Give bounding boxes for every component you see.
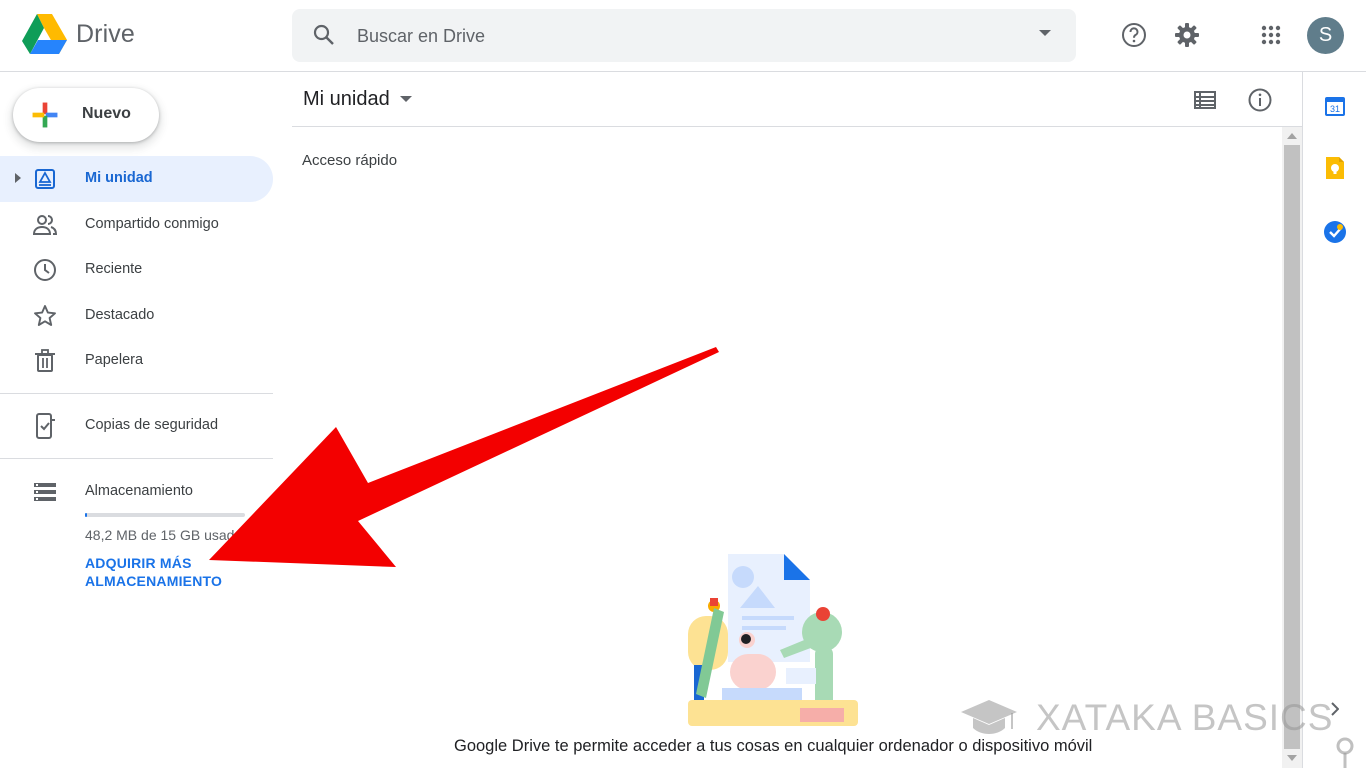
people-icon: [32, 212, 58, 238]
sidebar-item-label: Mi unidad: [85, 170, 153, 186]
storage-usage-bar: [85, 513, 245, 517]
search-icon[interactable]: [312, 23, 336, 47]
app-name: Drive: [76, 19, 135, 48]
watermark-text: XATAKA BASICS: [1036, 697, 1334, 738]
new-button-label: Nuevo: [82, 105, 131, 122]
tasks-button[interactable]: [1322, 219, 1348, 245]
phone-backup-icon: [32, 413, 58, 439]
main-scrollbar[interactable]: [1282, 127, 1302, 768]
buy-storage-link[interactable]: ADQUIRIR MÁS ALMACENAMIENTO: [85, 554, 255, 590]
storage-usage-text: 48,2 MB de 15 GB usados: [85, 527, 250, 543]
list-view-icon: [1194, 91, 1216, 109]
gear-icon: [1175, 23, 1199, 47]
main-header-divider: [292, 126, 1302, 127]
storage-icon: [32, 479, 58, 505]
scroll-down-arrow-icon[interactable]: [1282, 749, 1302, 767]
watermark: XATAKA BASICS: [960, 697, 1333, 739]
sidebar-item-shared[interactable]: Compartido conmigo: [0, 202, 273, 248]
empty-drive-illustration: [688, 554, 858, 726]
calendar-button[interactable]: 31: [1322, 93, 1348, 119]
graduation-cap-icon: [961, 700, 1017, 734]
scrollbar-thumb[interactable]: [1284, 145, 1300, 749]
storage-label: Almacenamiento: [85, 483, 193, 499]
help-button[interactable]: [1116, 17, 1152, 53]
apps-grid-icon: [1261, 25, 1281, 45]
sidebar-item-label: Destacado: [85, 306, 155, 323]
chevron-down-icon: [399, 96, 412, 102]
location-pin-icon: [1336, 737, 1354, 768]
top-bar: Drive Buscar en Drive S: [0, 0, 1366, 72]
sidebar-divider: [0, 393, 273, 394]
sidebar-item-label: Reciente: [85, 261, 143, 277]
sidebar-item-starred[interactable]: Destacado: [0, 293, 273, 339]
sidebar-item-storage[interactable]: Almacenamiento: [0, 469, 273, 515]
account-avatar[interactable]: S: [1307, 17, 1344, 54]
plus-icon: [32, 102, 58, 128]
list-view-button[interactable]: [1191, 86, 1219, 114]
trash-icon: [32, 348, 58, 374]
info-icon: [1248, 88, 1272, 112]
sidebar-item-recent[interactable]: Reciente: [0, 247, 273, 293]
details-button[interactable]: [1246, 86, 1274, 114]
backups-label: Copias de seguridad: [85, 417, 219, 433]
keep-icon: [1326, 157, 1344, 179]
help-icon: [1122, 23, 1146, 47]
search-input[interactable]: [357, 21, 997, 51]
search-box[interactable]: [292, 9, 1076, 62]
drive-logo-icon: [22, 14, 67, 54]
location-title-dropdown[interactable]: Mi unidad: [303, 88, 412, 111]
new-button[interactable]: Nuevo: [13, 88, 159, 142]
side-panel: 31: [1302, 72, 1366, 768]
calendar-day: 31: [1330, 104, 1340, 114]
quick-access-heading: Acceso rápido: [302, 152, 398, 169]
keep-button[interactable]: [1322, 155, 1348, 181]
sidebar-item-trash[interactable]: Papelera: [0, 338, 273, 384]
sidebar-item-label: Papelera: [85, 352, 144, 368]
search-options-dropdown-icon[interactable]: [1038, 29, 1052, 37]
settings-button[interactable]: [1169, 17, 1205, 53]
apps-button[interactable]: [1253, 17, 1289, 53]
calendar-icon: 31: [1325, 97, 1345, 116]
sidebar-nav: Mi unidad Compartido conmigo Reciente De…: [0, 156, 273, 384]
star-icon: [32, 303, 58, 329]
scroll-up-arrow-icon[interactable]: [1282, 127, 1302, 145]
page-title: Mi unidad: [303, 88, 390, 110]
expand-caret-icon[interactable]: [14, 172, 22, 184]
empty-state-message: Google Drive te permite acceder a tus co…: [454, 737, 1093, 755]
clock-icon: [32, 257, 58, 283]
tasks-icon: [1324, 221, 1346, 243]
my-drive-icon: [32, 166, 58, 192]
sidebar-divider: [0, 458, 273, 459]
sidebar-item-backups[interactable]: Copias de seguridad: [0, 403, 273, 449]
sidebar-item-my-drive[interactable]: Mi unidad: [0, 156, 273, 202]
drive-logo[interactable]: Drive: [22, 14, 135, 54]
storage-usage-fill: [85, 513, 87, 517]
sidebar-item-label: Compartido conmigo: [85, 215, 219, 232]
